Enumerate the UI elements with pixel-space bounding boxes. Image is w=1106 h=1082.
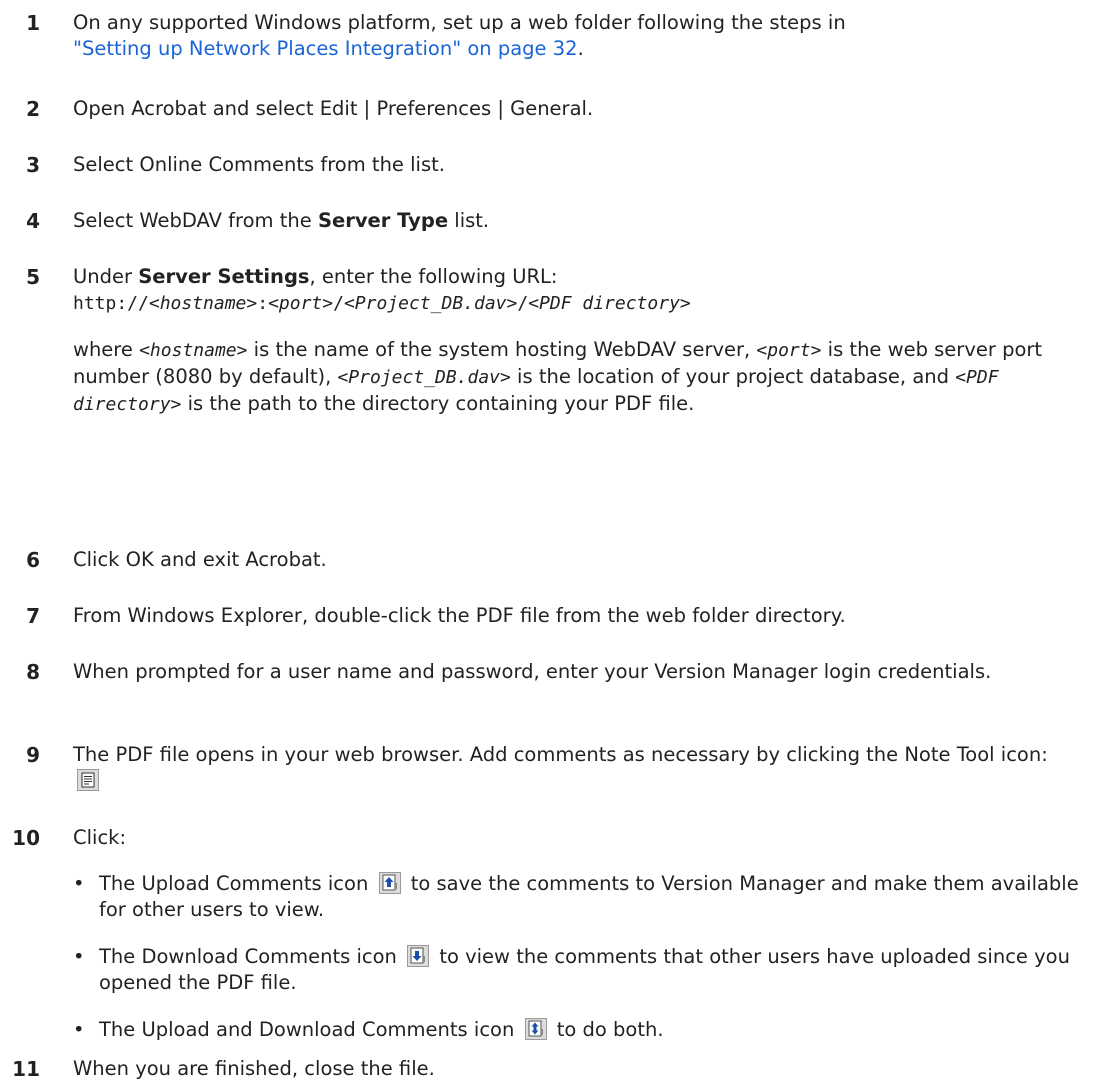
step-number: 3: [26, 153, 40, 177]
url-hostname: <hostname>: [148, 293, 258, 314]
step-5-text-a: Under: [73, 265, 139, 288]
step-5-text-b: , enter the following URL:: [309, 265, 558, 288]
url-port: <port>: [268, 293, 334, 314]
where-text: is the location of your project database…: [510, 365, 956, 388]
where-text: where: [73, 338, 140, 361]
step-number: 8: [26, 660, 40, 684]
where-project: <Project_DB.dav>: [337, 367, 511, 388]
upload-comments-icon: [378, 872, 401, 894]
where-text: is the name of the system hosting WebDAV…: [247, 338, 757, 361]
step-number: 10: [12, 826, 40, 850]
step-number: 2: [26, 97, 40, 121]
url-pdf-directory: <PDF directory>: [528, 293, 691, 314]
step-text: Under Server Settings, enter the followi…: [73, 264, 1083, 418]
where-text: is the path to the directory containing …: [181, 392, 695, 415]
where-hostname: <hostname>: [139, 340, 248, 361]
step-text: The PDF file opens in your web browser. …: [73, 742, 1083, 794]
step-4-text-b: list.: [448, 209, 490, 232]
document-page: 1 On any supported Windows platform, set…: [0, 0, 1106, 1082]
note-tool-icon: [77, 769, 99, 791]
step-text: On any supported Windows platform, set u…: [73, 10, 1083, 62]
step-1-period: .: [577, 37, 584, 60]
step-number: 5: [26, 265, 40, 289]
step-text: When you are finished, close the file.: [73, 1057, 435, 1080]
ui-label-server-type: Server Type: [317, 209, 449, 232]
bullet-text-a: The Upload Comments icon: [99, 872, 375, 895]
url-slash: /: [517, 293, 529, 314]
bullet-icon: •: [73, 945, 85, 968]
step-text: Select Online Comments from the list.: [73, 153, 445, 176]
step-text: From Windows Explorer, double-click the …: [73, 604, 846, 627]
bullet-text-a: The Upload and Download Comments icon: [99, 1018, 521, 1041]
step-9-text: The PDF file opens in your web browser. …: [73, 743, 1048, 766]
step-number: 6: [26, 548, 40, 572]
step-number: 1: [26, 11, 40, 35]
cross-reference-link[interactable]: "Setting up Network Places Integration" …: [73, 37, 578, 60]
step-text: Click OK and exit Acrobat.: [73, 548, 327, 571]
ui-label-server-settings: Server Settings: [138, 265, 310, 288]
step-1-text: On any supported Windows platform, set u…: [73, 11, 846, 34]
step-text: Open Acrobat and select Edit | Preferenc…: [73, 97, 594, 120]
step-number: 4: [26, 209, 40, 233]
step-number: 7: [26, 604, 40, 628]
download-comments-icon: [407, 945, 430, 967]
url-scheme: http://: [73, 293, 149, 314]
url-template: http://<hostname>:<port>/<Project_DB.dav…: [73, 291, 691, 314]
bullet-text: The Upload and Download Comments icon to…: [99, 1017, 1083, 1043]
step-number: 11: [12, 1057, 40, 1081]
url-slash: /: [333, 293, 344, 314]
upload-download-comments-icon: [524, 1018, 547, 1040]
step-text: When prompted for a user name and passwo…: [73, 660, 992, 683]
url-explanation: where <hostname> is the name of the syst…: [73, 337, 1083, 418]
url-project: <Project_DB.dav>: [343, 293, 518, 314]
bullet-text-a: The Download Comments icon: [99, 945, 404, 968]
bullet-text: The Download Comments icon to view the c…: [99, 944, 1083, 996]
step-text: Click:: [73, 826, 127, 849]
bullet-icon: •: [73, 872, 85, 895]
bullet-icon: •: [73, 1018, 85, 1041]
step-text: Select WebDAV from the Server Type list.: [73, 208, 1083, 234]
step-number: 9: [26, 743, 40, 767]
url-colon: :: [257, 293, 269, 314]
step-4-text-a: Select WebDAV from the: [73, 209, 318, 232]
where-port: <port>: [756, 340, 822, 361]
bullet-text-b: to do both.: [550, 1018, 664, 1041]
bullet-text: The Upload Comments icon to save the com…: [99, 871, 1083, 923]
